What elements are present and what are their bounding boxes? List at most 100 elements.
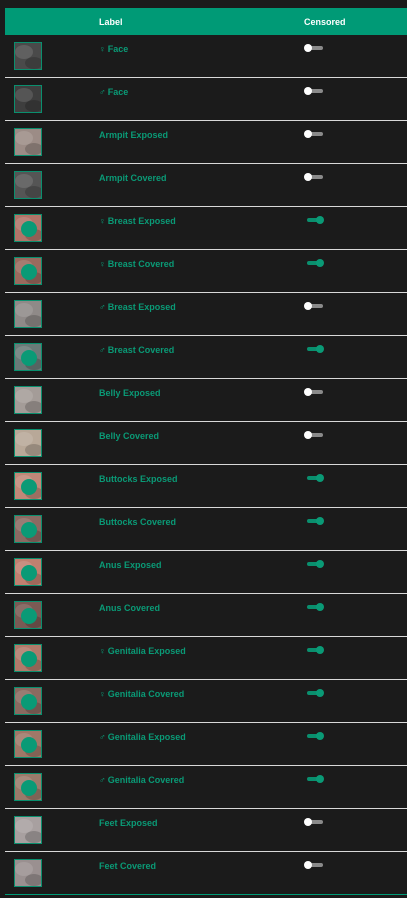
table-row: Armpit Covered — [5, 164, 407, 207]
table-row: ♂ Genitalia Covered — [5, 766, 407, 809]
censored-toggle[interactable] — [304, 732, 324, 740]
censored-toggle[interactable] — [304, 302, 324, 310]
row-label: Belly Covered — [99, 431, 159, 441]
censored-toggle[interactable] — [304, 173, 324, 181]
toggle-knob — [304, 818, 312, 826]
row-label: ♀ Breast Covered — [99, 259, 174, 269]
buttocks-covered-thumbnail — [14, 515, 42, 543]
row-label-text: Breast Exposed — [107, 216, 176, 226]
table-row: Buttocks Covered — [5, 508, 407, 551]
censored-toggle[interactable] — [304, 259, 324, 267]
male-symbol-icon: ♂ — [99, 345, 106, 355]
censored-toggle[interactable] — [304, 646, 324, 654]
censor-settings-table: Label Censored ♀ Face ♂ Face Armpit Exposed A… — [5, 8, 407, 895]
table-row: ♂ Breast Exposed — [5, 293, 407, 336]
table-row: ♀ Breast Covered — [5, 250, 407, 293]
belly-covered-thumbnail — [14, 429, 42, 457]
belly-exposed-thumbnail — [14, 386, 42, 414]
row-label-text: Belly Covered — [99, 431, 160, 441]
censored-toggle[interactable] — [304, 345, 324, 353]
table-row: ♂ Genitalia Exposed — [5, 723, 407, 766]
toggle-knob — [316, 689, 324, 697]
table-row: ♀ Face — [5, 35, 407, 78]
male-face-thumbnail — [14, 85, 42, 113]
row-label: Belly Exposed — [99, 388, 161, 398]
censored-toggle[interactable] — [304, 775, 324, 783]
female-breast-covered-thumbnail — [14, 257, 42, 285]
toggle-knob — [316, 732, 324, 740]
male-symbol-icon: ♂ — [99, 732, 106, 742]
buttocks-exposed-thumbnail — [14, 472, 42, 500]
anus-exposed-thumbnail — [14, 558, 42, 586]
male-breast-covered-thumbnail — [14, 343, 42, 371]
female-symbol-icon: ♀ — [99, 259, 106, 269]
male-genitalia-covered-thumbnail — [14, 773, 42, 801]
row-label: ♂ Breast Exposed — [99, 302, 176, 312]
table-row: Buttocks Exposed — [5, 465, 407, 508]
row-label-text: Genitalia Covered — [107, 689, 185, 699]
male-symbol-icon: ♂ — [99, 775, 106, 785]
table-body: ♀ Face ♂ Face Armpit Exposed Armpit Covered ♀ B… — [5, 35, 407, 895]
toggle-knob — [304, 302, 312, 310]
table-row: Anus Covered — [5, 594, 407, 637]
toggle-knob — [304, 130, 312, 138]
row-label: ♂ Breast Covered — [99, 345, 174, 355]
row-label-text: Genitalia Exposed — [107, 732, 186, 742]
toggle-knob — [316, 259, 324, 267]
censored-toggle[interactable] — [304, 818, 324, 826]
row-label-text: Buttocks Covered — [99, 517, 177, 527]
row-label-text: Face — [107, 44, 129, 54]
female-genitalia-exposed-thumbnail — [14, 644, 42, 672]
toggle-knob — [304, 861, 312, 869]
feet-exposed-thumbnail — [14, 816, 42, 844]
female-genitalia-covered-thumbnail — [14, 687, 42, 715]
row-label-text: Armpit Covered — [99, 173, 167, 183]
row-label: Armpit Covered — [99, 173, 167, 183]
row-label-text: Genitalia Exposed — [107, 646, 186, 656]
row-label: ♀ Breast Exposed — [99, 216, 176, 226]
censored-toggle[interactable] — [304, 388, 324, 396]
female-symbol-icon: ♀ — [99, 44, 106, 54]
table-row: Anus Exposed — [5, 551, 407, 594]
censored-toggle[interactable] — [304, 560, 324, 568]
row-label: Buttocks Exposed — [99, 474, 178, 484]
table-row: Feet Covered — [5, 852, 407, 895]
armpit-exposed-thumbnail — [14, 128, 42, 156]
row-label-text: Breast Covered — [107, 259, 175, 269]
toggle-knob — [316, 603, 324, 611]
female-symbol-icon: ♀ — [99, 689, 106, 699]
censored-toggle[interactable] — [304, 87, 324, 95]
censored-toggle[interactable] — [304, 603, 324, 611]
row-label: Anus Exposed — [99, 560, 162, 570]
row-label-text: Anus Covered — [99, 603, 161, 613]
row-label: ♂ Face — [99, 87, 128, 97]
censored-toggle[interactable] — [304, 216, 324, 224]
table-row: ♀ Breast Exposed — [5, 207, 407, 250]
table-row: Armpit Exposed — [5, 121, 407, 164]
censored-toggle[interactable] — [304, 431, 324, 439]
table-row: Belly Covered — [5, 422, 407, 465]
censored-toggle[interactable] — [304, 44, 324, 52]
male-breast-exposed-thumbnail — [14, 300, 42, 328]
column-header-censored: Censored — [304, 17, 346, 27]
censored-toggle[interactable] — [304, 474, 324, 482]
table-row: Feet Exposed — [5, 809, 407, 852]
table-row: ♂ Breast Covered — [5, 336, 407, 379]
feet-covered-thumbnail — [14, 859, 42, 887]
row-label: ♀ Genitalia Exposed — [99, 646, 186, 656]
censored-toggle[interactable] — [304, 689, 324, 697]
row-label: Feet Exposed — [99, 818, 158, 828]
row-label-text: Feet Covered — [99, 861, 157, 871]
censored-toggle[interactable] — [304, 130, 324, 138]
female-symbol-icon: ♀ — [99, 216, 106, 226]
censored-toggle[interactable] — [304, 517, 324, 525]
row-label: Feet Covered — [99, 861, 156, 871]
censored-toggle[interactable] — [304, 861, 324, 869]
row-label-text: Armpit Exposed — [99, 130, 169, 140]
toggle-knob — [316, 775, 324, 783]
anus-covered-thumbnail — [14, 601, 42, 629]
row-label-text: Breast Exposed — [107, 302, 176, 312]
table-row: ♂ Face — [5, 78, 407, 121]
row-label-text: Face — [107, 87, 129, 97]
toggle-knob — [316, 474, 324, 482]
